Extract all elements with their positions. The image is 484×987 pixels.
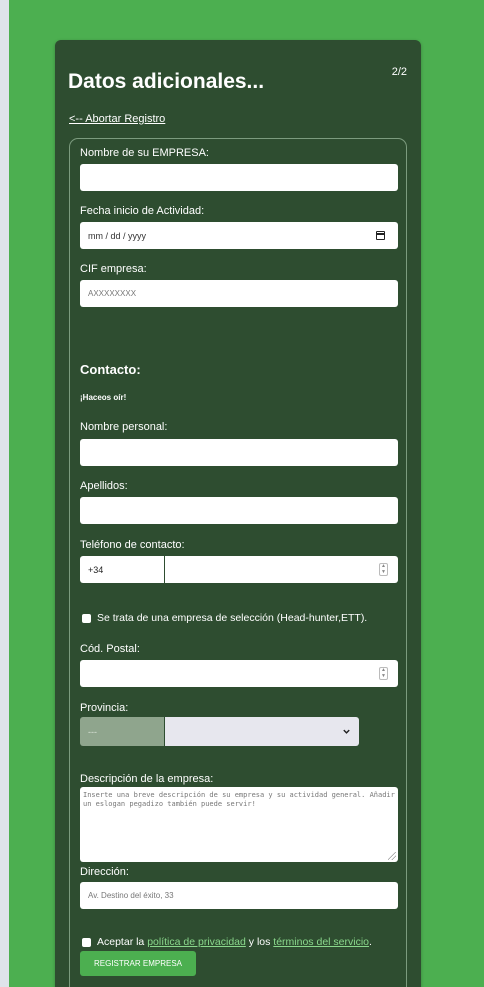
last-name-input[interactable]: [80, 497, 398, 524]
terms-of-service-link[interactable]: términos del servicio: [273, 936, 369, 948]
start-date-label: Fecha inicio de Actividad:: [80, 205, 205, 217]
address-label: Dirección:: [80, 866, 129, 878]
contact-section-title: Contacto:: [80, 362, 141, 377]
start-date-placeholder: mm / dd / yyyy: [88, 230, 147, 241]
last-name-label: Apellidos:: [80, 480, 128, 492]
phone-prefix-input[interactable]: +34: [80, 556, 164, 583]
page-title: Datos adicionales...: [68, 70, 265, 93]
postal-code-label: Cód. Postal:: [80, 643, 140, 655]
cif-input[interactable]: AXXXXXXXX: [80, 280, 398, 307]
terms-prefix: Aceptar la: [97, 936, 145, 948]
company-name-label: Nombre de su EMPRESA:: [80, 147, 209, 159]
cif-placeholder: AXXXXXXXX: [88, 289, 137, 298]
left-gutter: [0, 0, 9, 987]
terms-middle: y los: [248, 936, 271, 948]
spinner-icon[interactable]: ▲ ▼: [379, 667, 388, 680]
calendar-icon[interactable]: [376, 231, 385, 240]
terms-suffix: .: [369, 936, 372, 948]
registration-form: Nombre de su EMPRESA: Fecha inicio de Ac…: [69, 138, 407, 987]
province-code-value: ---: [88, 726, 97, 737]
phone-number-input[interactable]: ▲ ▼: [165, 556, 398, 583]
province-label: Provincia:: [80, 702, 129, 714]
abort-registration-link[interactable]: <-- Abortar Registro: [69, 113, 165, 125]
spinner-icon[interactable]: ▲ ▼: [379, 563, 388, 576]
description-label: Descripción de la empresa:: [80, 773, 214, 785]
province-code-field: ---: [80, 717, 164, 746]
company-name-input[interactable]: [80, 164, 398, 191]
terms-checkbox-row[interactable]: Aceptar la política de privacidad y los …: [82, 936, 372, 948]
terms-checkbox[interactable]: [82, 937, 91, 947]
cif-label: CIF empresa:: [80, 263, 147, 275]
start-date-input[interactable]: mm / dd / yyyy: [80, 222, 398, 249]
chevron-down-icon: [343, 729, 350, 734]
registration-card: 2/2 Datos adicionales... <-- Abortar Reg…: [55, 40, 421, 987]
headhunter-checkbox-label: Se trata de una empresa de selección (He…: [97, 612, 368, 624]
headhunter-checkbox[interactable]: [82, 613, 91, 623]
description-placeholder: Inserte una breve descripción de su empr…: [83, 791, 395, 808]
step-indicator: 2/2: [391, 66, 407, 78]
headhunter-checkbox-row[interactable]: Se trata de una empresa de selección (He…: [82, 612, 367, 624]
privacy-policy-link[interactable]: política de privacidad: [147, 936, 246, 948]
phone-label: Teléfono de contacto:: [80, 539, 185, 551]
address-input[interactable]: Av. Destino del éxito, 33: [80, 882, 398, 909]
resize-handle-icon[interactable]: [388, 852, 396, 860]
postal-code-input[interactable]: ▲ ▼: [80, 660, 398, 687]
province-select[interactable]: [165, 717, 359, 746]
phone-prefix-value: +34: [88, 564, 104, 575]
contact-section-subtitle: ¡Haceos oír!: [80, 393, 127, 402]
register-company-button[interactable]: REGISTRAR EMPRESA: [80, 951, 196, 976]
description-textarea[interactable]: Inserte una breve descripción de su empr…: [80, 787, 398, 862]
first-name-input[interactable]: [80, 439, 398, 466]
address-placeholder: Av. Destino del éxito, 33: [88, 891, 174, 900]
first-name-label: Nombre personal:: [80, 421, 168, 433]
